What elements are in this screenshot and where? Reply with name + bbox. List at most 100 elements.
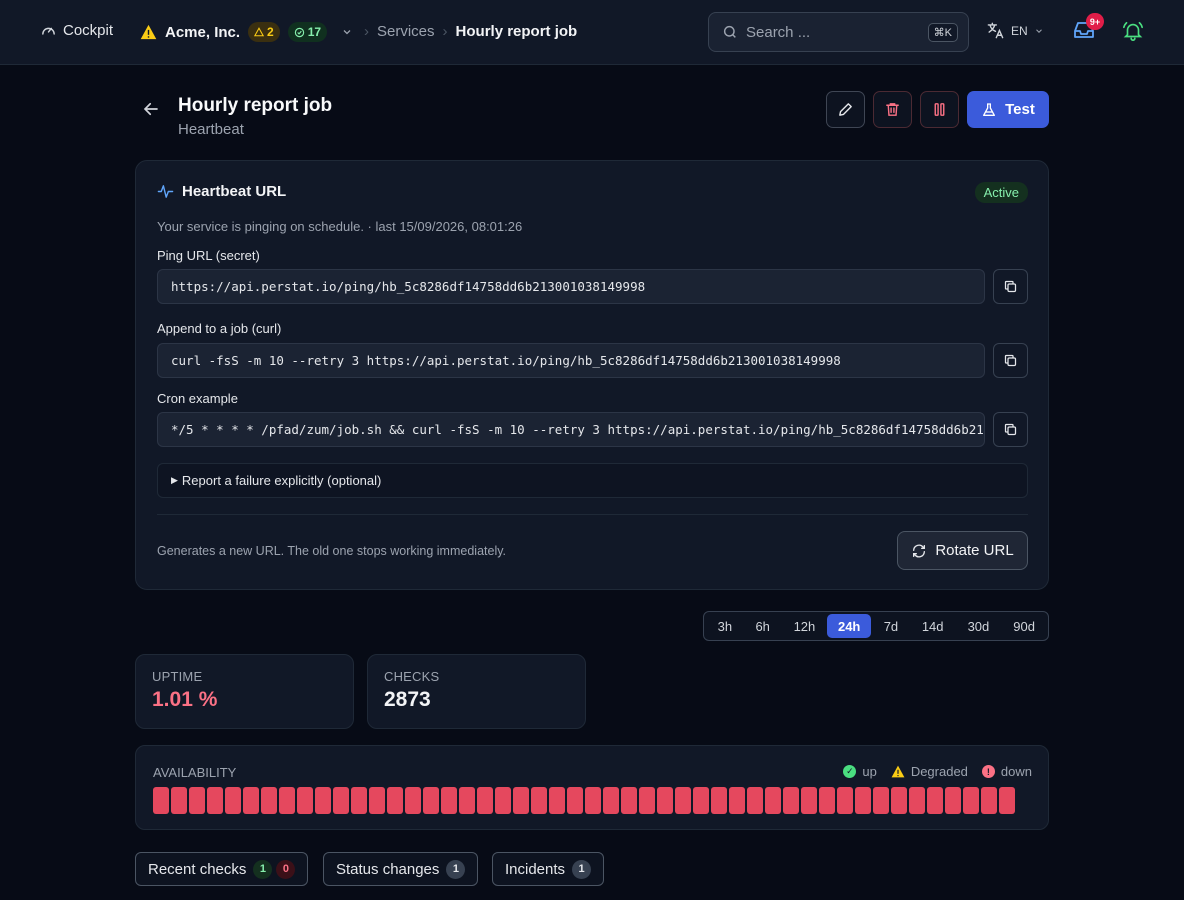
range-option[interactable]: 30d (955, 614, 1003, 638)
availability-bar[interactable] (765, 787, 781, 814)
availability-bar[interactable] (369, 787, 385, 814)
copy-icon (1004, 354, 1017, 367)
checks-stat-card: CHECKS 2873 (367, 654, 586, 729)
availability-bar[interactable] (981, 787, 997, 814)
availability-bar[interactable] (549, 787, 565, 814)
availability-bar[interactable] (495, 787, 511, 814)
back-button[interactable] (142, 100, 160, 123)
divider (157, 514, 1028, 515)
availability-bar[interactable] (297, 787, 313, 814)
copy-curl-button[interactable] (993, 343, 1028, 378)
failure-details-toggle[interactable]: ▶ Report a failure explicitly (optional) (157, 463, 1028, 498)
availability-bar[interactable] (711, 787, 727, 814)
status-badge: Active (974, 182, 1028, 203)
rotate-url-label: Rotate URL (935, 542, 1014, 559)
availability-bar[interactable] (351, 787, 367, 814)
breadcrumb-services[interactable]: Services (377, 23, 435, 40)
availability-bar[interactable] (333, 787, 349, 814)
availability-bar[interactable] (801, 787, 817, 814)
range-option-selected[interactable]: 24h (827, 614, 872, 638)
availability-bar[interactable] (693, 787, 709, 814)
availability-bar[interactable] (567, 787, 583, 814)
availability-bar[interactable] (747, 787, 763, 814)
availability-bar[interactable] (999, 787, 1015, 814)
availability-label: AVAILABILITY (153, 765, 237, 780)
range-option[interactable]: 3h (706, 614, 744, 638)
copy-ping-url-button[interactable] (993, 269, 1028, 304)
availability-bar[interactable] (387, 787, 403, 814)
availability-bar[interactable] (171, 787, 187, 814)
availability-bar[interactable] (261, 787, 277, 814)
time-range-selector: 3h 6h 12h 24h 7d 14d 30d 90d (703, 611, 1049, 641)
copy-icon (1004, 280, 1017, 293)
availability-bar[interactable] (639, 787, 655, 814)
availability-bar[interactable] (207, 787, 223, 814)
availability-bar[interactable] (657, 787, 673, 814)
curl-field[interactable]: curl -fsS -m 10 --retry 3 https://api.pe… (157, 343, 985, 378)
tab-recent-checks[interactable]: Recent checks 1 0 (135, 852, 309, 886)
availability-bar[interactable] (189, 787, 205, 814)
availability-bar[interactable] (279, 787, 295, 814)
availability-bar[interactable] (405, 787, 421, 814)
ping-url-field[interactable]: https://api.perstat.io/ping/hb_5c8286df1… (157, 269, 985, 304)
test-button[interactable]: Test (967, 91, 1049, 128)
availability-bar[interactable] (513, 787, 529, 814)
availability-bar[interactable] (855, 787, 871, 814)
warning-small-icon (254, 27, 265, 37)
cockpit-link[interactable]: Cockpit (40, 22, 113, 39)
availability-bar[interactable] (441, 787, 457, 814)
language-switcher[interactable]: EN (986, 21, 1044, 40)
availability-bar[interactable] (225, 787, 241, 814)
availability-bar[interactable] (315, 787, 331, 814)
checks-value: 2873 (384, 688, 431, 711)
pencil-icon (839, 103, 852, 116)
search-input[interactable]: Search ... ⌘K (708, 12, 969, 52)
availability-bar[interactable] (477, 787, 493, 814)
availability-bar[interactable] (963, 787, 979, 814)
test-button-label: Test (1005, 101, 1035, 118)
availability-bar[interactable] (873, 787, 889, 814)
availability-bar[interactable] (423, 787, 439, 814)
range-option[interactable]: 6h (744, 614, 782, 638)
availability-bar[interactable] (783, 787, 799, 814)
tab-incidents[interactable]: Incidents 1 (492, 852, 605, 886)
availability-bar[interactable] (531, 787, 547, 814)
range-option[interactable]: 90d (1002, 614, 1046, 638)
availability-bar[interactable] (909, 787, 925, 814)
copy-icon (1004, 423, 1017, 436)
heartbeat-title-text: Heartbeat URL (182, 183, 287, 200)
page-subtitle: Heartbeat (178, 121, 244, 138)
availability-bar[interactable] (621, 787, 637, 814)
rotate-hint: Generates a new URL. The old one stops w… (157, 544, 507, 558)
availability-bar[interactable] (243, 787, 259, 814)
range-option[interactable]: 14d (911, 614, 955, 638)
availability-bar[interactable] (153, 787, 169, 814)
up-dot-icon: ✓ (843, 765, 857, 778)
rotate-url-button[interactable]: Rotate URL (897, 531, 1028, 570)
availability-bar[interactable] (837, 787, 853, 814)
range-option[interactable]: 12h (782, 614, 828, 638)
availability-bar[interactable] (729, 787, 745, 814)
availability-bar[interactable] (891, 787, 907, 814)
availability-bar[interactable] (585, 787, 601, 814)
inbox-button[interactable]: 9+ (1072, 13, 1104, 42)
ping-url-label: Ping URL (secret) (157, 248, 260, 263)
pause-button[interactable] (920, 91, 959, 128)
cron-field[interactable]: */5 * * * * /pfad/zum/job.sh && curl -fs… (157, 412, 985, 447)
availability-bar[interactable] (459, 787, 475, 814)
ok-count-badge: 1 (253, 859, 273, 879)
tab-status-changes[interactable]: Status changes 1 (323, 852, 479, 886)
availability-bar[interactable] (675, 787, 691, 814)
copy-cron-button[interactable] (993, 412, 1028, 447)
availability-bar[interactable] (945, 787, 961, 814)
count-badge: 1 (446, 859, 466, 879)
delete-button[interactable] (873, 91, 912, 128)
availability-bar[interactable] (819, 787, 835, 814)
availability-bar[interactable] (927, 787, 943, 814)
edit-button[interactable] (826, 91, 865, 128)
range-option[interactable]: 7d (871, 614, 911, 638)
org-switcher[interactable]: Acme, Inc. 2 17 (140, 22, 353, 42)
availability-legend: ✓ up Degraded ! down (843, 764, 1032, 779)
availability-bar[interactable] (603, 787, 619, 814)
alerts-button[interactable] (1121, 20, 1145, 42)
